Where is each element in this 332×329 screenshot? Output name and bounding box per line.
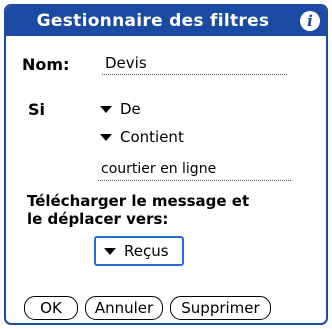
dropdown-arrow-icon bbox=[104, 247, 116, 255]
name-field[interactable]: Devis bbox=[102, 53, 287, 75]
name-label: Nom: bbox=[22, 55, 70, 74]
field-select[interactable]: De bbox=[100, 100, 141, 118]
action-instruction: Télécharger le message et le déplacer ve… bbox=[27, 192, 317, 228]
cancel-button[interactable]: Annuler bbox=[85, 296, 163, 320]
field-select-value: De bbox=[120, 100, 141, 118]
dropdown-arrow-icon bbox=[100, 133, 112, 141]
instruction-line-1: Télécharger le message et bbox=[27, 192, 250, 210]
operator-select-value: Contient bbox=[120, 128, 184, 146]
delete-button[interactable]: Supprimer bbox=[170, 296, 271, 320]
dropdown-arrow-icon bbox=[100, 105, 112, 113]
if-label: Si bbox=[28, 100, 46, 119]
folder-select-value: Reçus bbox=[124, 242, 169, 260]
title-bar: Gestionnaire des filtres i bbox=[6, 6, 326, 36]
operator-select[interactable]: Contient bbox=[100, 128, 184, 146]
dialog-title: Gestionnaire des filtres bbox=[36, 11, 270, 31]
instruction-line-2: le déplacer vers: bbox=[27, 210, 169, 228]
folder-select[interactable]: Reçus bbox=[94, 236, 184, 266]
match-text-field[interactable]: courtier en ligne bbox=[98, 159, 291, 181]
filter-manager-dialog: Gestionnaire des filtres i Nom: Devis Si… bbox=[4, 4, 328, 325]
info-icon[interactable]: i bbox=[300, 11, 320, 31]
ok-button[interactable]: OK bbox=[24, 296, 78, 320]
